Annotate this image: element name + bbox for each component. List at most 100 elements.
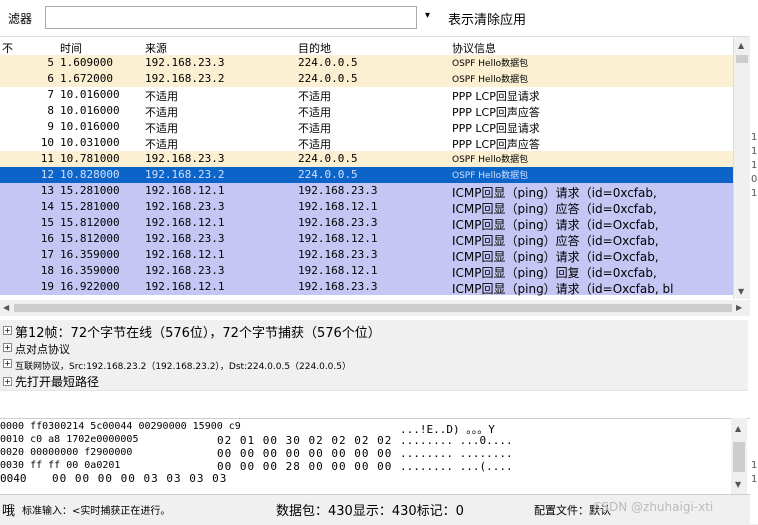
horizontal-scrollbar[interactable]: ◀ ▶	[0, 300, 750, 316]
expand-icon[interactable]: +	[3, 377, 12, 386]
detail-ppp[interactable]: + 点对点协议	[0, 340, 748, 357]
cell-info: ICMP回显（ping）请求（id=Oxcfab, bl	[452, 282, 674, 296]
status-bar: 哦 标准输入：<实时捕获正在进行。 数据包：430显示：430标记：0 配置文件…	[0, 494, 758, 525]
col-destination[interactable]: 目的地	[298, 40, 331, 56]
filter-input[interactable]	[45, 6, 417, 29]
status-capture: 标准输入：<实时捕获正在进行。	[22, 506, 171, 517]
bytes-offset: 0040	[0, 472, 27, 485]
detail-frame[interactable]: + 第12帧：72个字节在线（576位），72个字节捕获（576个位）	[0, 320, 748, 341]
col-time[interactable]: 时间	[60, 40, 82, 56]
cell-time: 15.281000	[60, 184, 120, 197]
filter-dropdown-icon[interactable]: ▾	[425, 10, 430, 21]
cell-no: 15	[40, 216, 54, 229]
packet-row[interactable]: 15 15.812000 192.168.12.1 192.168.23.3 ICMP回…	[0, 215, 733, 232]
cell-info: OSPF Hello数据包	[452, 75, 529, 85]
bytes-scrollbar[interactable]: ▲ ▼	[731, 418, 747, 494]
cell-src: 192.168.23.2	[145, 72, 225, 85]
packet-row[interactable]: 10 10.031000 不适用 不适用 PPP LCP回声应答	[0, 135, 733, 151]
packet-row[interactable]: 14 15.281000 192.168.23.3 192.168.12.1 ICMP回…	[0, 199, 733, 216]
scroll-thumb[interactable]	[733, 442, 745, 472]
cell-dst: 192.168.12.1	[298, 200, 378, 213]
filter-label: 滤器	[8, 12, 33, 26]
packet-row[interactable]: 18 16.359000 192.168.23.3 192.168.12.1 ICMP回…	[0, 263, 733, 280]
packet-row[interactable]: 5 1.609000 192.168.23.3 224.0.0.5 OSPF Hello…	[0, 55, 733, 71]
edge-digit: 1	[751, 188, 758, 199]
cell-time: 1.672000	[60, 72, 113, 85]
packet-list-pane: 不 时间 来源 目的地 协议信息 5 1.609000 192.168.23.3 22…	[0, 36, 750, 299]
col-no[interactable]: 不	[2, 40, 13, 56]
bytes-offset: 0030 ff ff 00 0a0201	[0, 460, 121, 471]
detail-ip[interactable]: + 互联网协议，Src:192.168.23.2（192.168.23.2），D…	[0, 356, 748, 373]
detail-text: 互联网协议，Src:192.168.23.2（192.168.23.2），Dst…	[15, 362, 351, 372]
filter-actions[interactable]: 表示清除应用	[448, 9, 526, 28]
bytes-hex: 02 01 00 30 02 02 02 02	[217, 434, 393, 447]
col-source[interactable]: 来源	[145, 40, 167, 56]
packet-row[interactable]: 8 10.016000 不适用 不适用 PPP LCP回声应答	[0, 103, 733, 119]
scroll-up-icon[interactable]: ▲	[735, 424, 741, 433]
cell-src: 192.168.23.3	[145, 152, 225, 165]
expand-icon[interactable]: +	[3, 326, 12, 335]
cell-dst: 192.168.23.3	[298, 184, 378, 197]
packet-row[interactable]: 16 15.812000 192.168.23.3 192.168.12.1 ICMP回…	[0, 231, 733, 248]
packet-row[interactable]: 9 10.016000 不适用 不适用 PPP LCP回显请求	[0, 119, 733, 135]
scroll-down-icon[interactable]: ▼	[735, 480, 741, 489]
cell-time: 10.016000	[60, 120, 120, 133]
cell-src: 不适用	[145, 138, 178, 151]
expand-icon[interactable]: +	[3, 359, 12, 368]
packet-row[interactable]: 11 10.781000 192.168.23.3 224.0.0.5 OSPF Hel…	[0, 151, 733, 167]
packet-list-scrollbar[interactable]: ▲ ▼	[733, 37, 750, 299]
cell-src: 192.168.12.1	[145, 280, 225, 293]
edge-digit: 1	[751, 132, 758, 143]
cell-no: 19	[40, 280, 54, 293]
cell-src: 192.168.23.2	[145, 168, 225, 181]
status-icon[interactable]: 哦	[2, 500, 15, 519]
detail-text: 点对点协议	[15, 343, 70, 356]
cell-src: 不适用	[145, 122, 178, 135]
packet-row[interactable]: 12 10.828000 192.168.23.2 224.0.0.5 OSPF Hel…	[0, 167, 733, 183]
col-info[interactable]: 协议信息	[452, 40, 496, 56]
cell-src: 192.168.23.3	[145, 232, 225, 245]
hscroll-thumb[interactable]	[14, 304, 732, 312]
cell-no: 17	[40, 248, 54, 261]
cell-no: 10	[40, 136, 54, 149]
cell-dst: 不适用	[298, 138, 331, 151]
cell-time: 16.922000	[60, 280, 120, 293]
scroll-thumb[interactable]	[736, 55, 748, 63]
cell-src: 192.168.12.1	[145, 216, 225, 229]
cell-dst: 192.168.12.1	[298, 264, 378, 277]
cell-dst: 192.168.23.3	[298, 248, 378, 261]
packet-row[interactable]: 7 10.016000 不适用 不适用 PPP LCP回显请求	[0, 87, 733, 103]
cell-src: 192.168.23.3	[145, 264, 225, 277]
expand-icon[interactable]: +	[3, 343, 12, 352]
cell-src: 192.168.23.3	[145, 200, 225, 213]
edge-digit: 1	[751, 460, 758, 471]
cell-dst: 不适用	[298, 106, 331, 119]
bytes-ascii: ........ ........	[400, 447, 513, 460]
cell-no: 18	[40, 264, 54, 277]
edge-digit: 0	[751, 174, 758, 185]
cell-src: 192.168.23.3	[145, 56, 225, 69]
watermark: CSDN @zhuhaigi-xti	[593, 500, 714, 514]
cell-info: PPP LCP回声应答	[452, 138, 540, 151]
cell-time: 10.031000	[60, 136, 120, 149]
packet-row[interactable]: 17 16.359000 192.168.12.1 192.168.23.3 ICMP回…	[0, 247, 733, 264]
detail-ospf[interactable]: + 先打开最短路径	[0, 372, 748, 391]
scroll-down-icon[interactable]: ▼	[738, 287, 744, 296]
cell-no: 9	[47, 120, 54, 133]
scroll-right-icon[interactable]: ▶	[736, 303, 742, 312]
scroll-left-icon[interactable]: ◀	[3, 303, 9, 312]
cell-no: 12	[40, 168, 54, 181]
cell-no: 8	[47, 104, 54, 117]
packet-details-pane: + 第12帧：72个字节在线（576位），72个字节捕获（576个位） + 点对…	[0, 318, 750, 418]
cell-time: 10.781000	[60, 152, 120, 165]
cell-no: 11	[40, 152, 54, 165]
packet-row[interactable]: 6 1.672000 192.168.23.2 224.0.0.5 OSPF Hello…	[0, 71, 733, 87]
cell-dst: 不适用	[298, 90, 331, 103]
cell-src: 不适用	[145, 90, 178, 103]
packet-row[interactable]: 19 16.922000 192.168.12.1 192.168.23.3 ICMP回…	[0, 279, 733, 296]
scroll-up-icon[interactable]: ▲	[738, 41, 744, 50]
filter-toolbar: 滤器 ▾ 表示清除应用	[0, 0, 750, 36]
cell-info: OSPF Hello数据包	[452, 59, 529, 69]
packet-row[interactable]: 13 15.281000 192.168.12.1 192.168.23.3 ICMP回…	[0, 183, 733, 200]
packet-list-header: 不 时间 来源 目的地 协议信息	[0, 37, 733, 56]
